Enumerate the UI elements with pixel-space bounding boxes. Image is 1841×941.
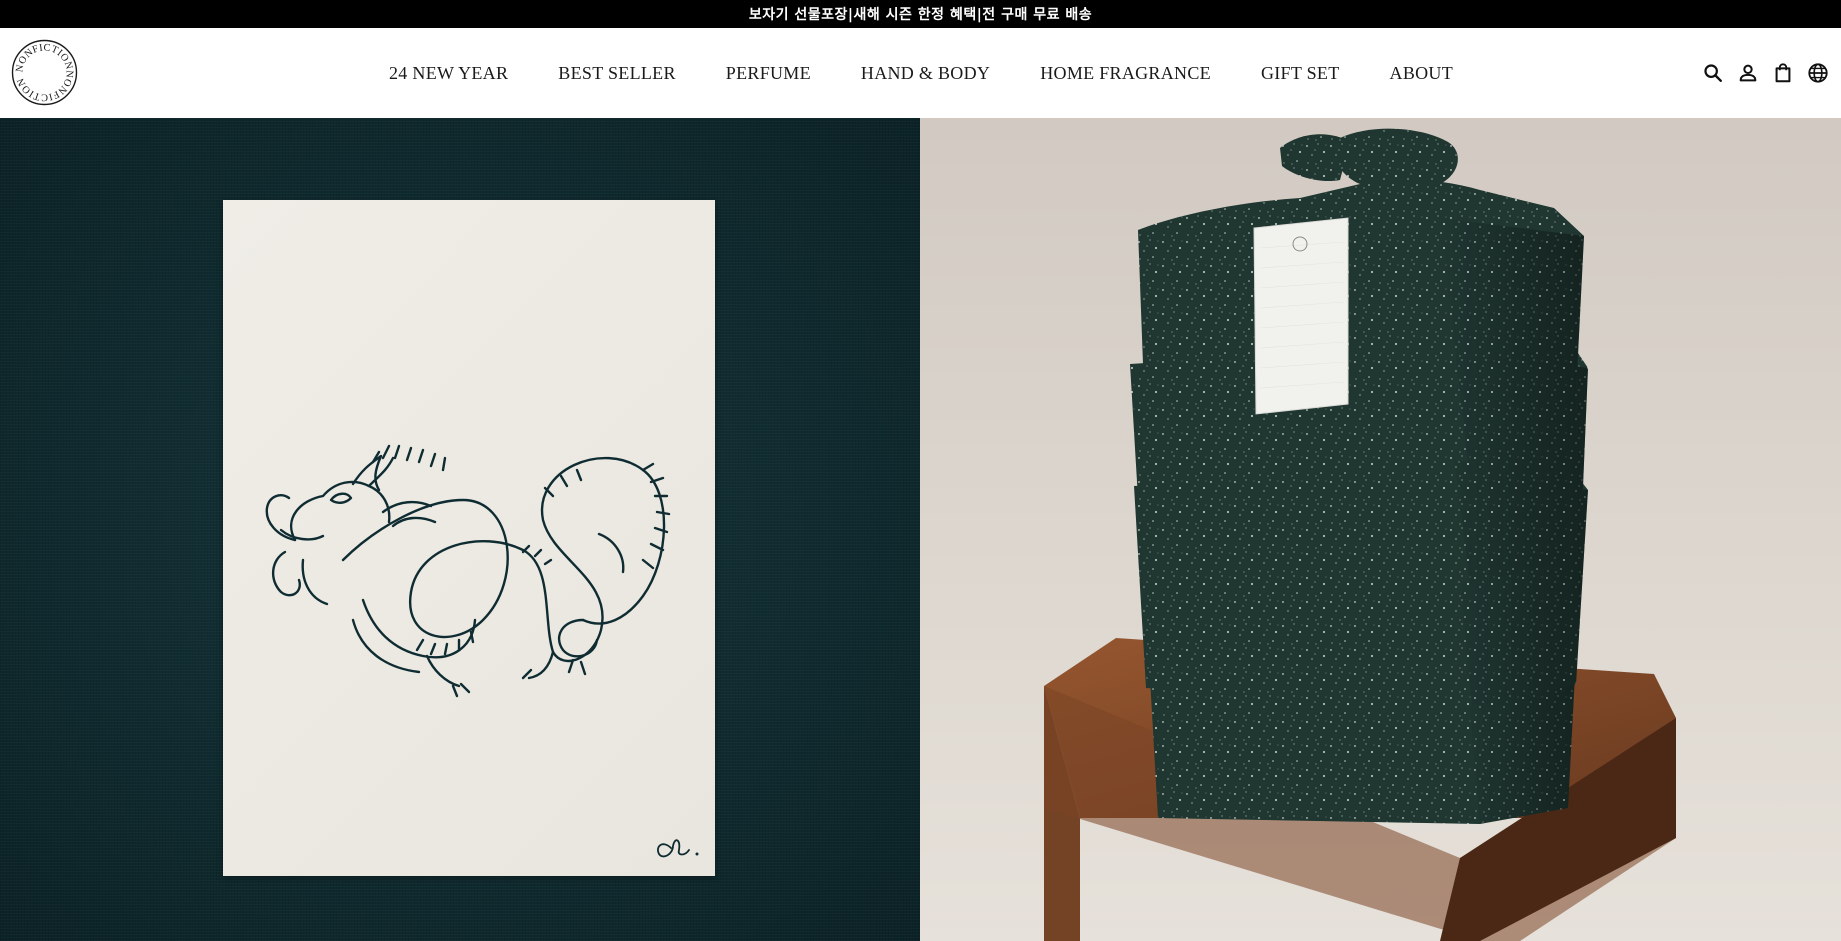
nav-item-hand-body[interactable]: HAND & BODY	[861, 63, 990, 84]
hero-image-dragon-card[interactable]	[0, 118, 920, 941]
nav-item-perfume[interactable]: PERFUME	[726, 63, 811, 84]
dragon-illustration	[265, 444, 699, 858]
hero-image-gift-boxes[interactable]	[920, 118, 1841, 941]
brand-logo[interactable]: NONFICTIONNONFICTION	[11, 39, 78, 106]
nav-item-home-fragrance[interactable]: HOME FRAGRANCE	[1040, 63, 1211, 84]
cart-button[interactable]	[1770, 60, 1796, 86]
nonfiction-logo-icon: NONFICTIONNONFICTION	[11, 39, 78, 106]
header-icons	[1691, 28, 1831, 118]
globe-icon	[1808, 63, 1828, 83]
account-button[interactable]	[1735, 60, 1761, 86]
cart-icon	[1775, 63, 1791, 83]
announcement-bar: 보자기 선물포장|새해 시즌 한정 혜택|전 구매 무료 배송	[0, 0, 1841, 28]
account-icon	[1739, 64, 1757, 82]
language-button[interactable]	[1805, 60, 1831, 86]
announcement-text: 보자기 선물포장|새해 시즌 한정 혜택|전 구매 무료 배송	[748, 7, 1093, 23]
dragon-illustration-card	[223, 200, 715, 876]
nav-item-24-new-year[interactable]: 24 NEW YEAR	[389, 63, 508, 84]
nav-item-best-seller[interactable]: BEST SELLER	[558, 63, 675, 84]
svg-text:NONFICTIONNONFICTION: NONFICTIONNONFICTION	[14, 42, 74, 102]
search-button[interactable]	[1700, 60, 1726, 86]
main-nav: 24 NEW YEAR BEST SELLER PERFUME HAND & B…	[389, 28, 1453, 118]
logo-circular-text: NONFICTIONNONFICTION	[14, 42, 74, 102]
hero-banner[interactable]	[0, 118, 1841, 941]
nav-item-about[interactable]: ABOUT	[1390, 63, 1454, 84]
site-header: NONFICTIONNONFICTION 24 NEW YEAR BEST SE…	[0, 28, 1841, 118]
bojagi-gift-boxes-illustration	[1044, 128, 1676, 941]
nav-item-gift-set[interactable]: GIFT SET	[1261, 63, 1340, 84]
search-icon	[1704, 64, 1722, 82]
